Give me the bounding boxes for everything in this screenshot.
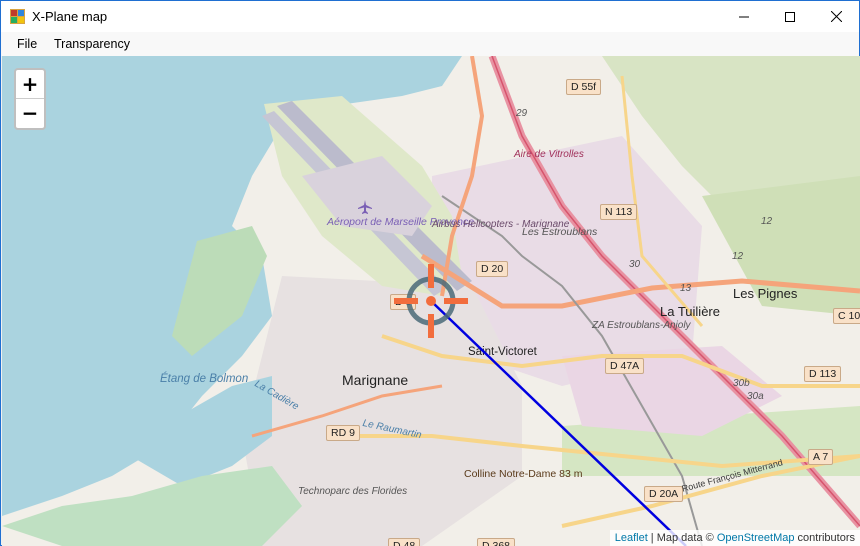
menu-transparency[interactable]: Transparency	[54, 37, 130, 51]
app-map-icon	[10, 9, 25, 24]
zoom-out-button[interactable]: −	[16, 99, 44, 128]
crosshair-icon[interactable]	[392, 262, 470, 340]
title-bar[interactable]: X-Plane map	[1, 1, 859, 32]
attribution-separator: | Map data ©	[647, 532, 717, 544]
leaflet-link[interactable]: Leaflet	[615, 532, 648, 544]
minimize-button[interactable]	[721, 1, 767, 32]
zoom-in-button[interactable]: +	[16, 70, 44, 99]
close-icon	[830, 11, 842, 22]
app-window: X-Plane map File Transparency D 55f N 11…	[0, 0, 860, 546]
menu-bar: File Transparency	[1, 32, 859, 56]
osm-link[interactable]: OpenStreetMap	[717, 532, 795, 544]
map-attribution: Leaflet | Map data © OpenStreetMap contr…	[609, 530, 860, 546]
maximize-icon	[785, 11, 795, 22]
close-button[interactable]	[813, 1, 859, 32]
window-title: X-Plane map	[32, 9, 108, 24]
zoom-control: + −	[14, 68, 46, 130]
menu-file[interactable]: File	[17, 37, 37, 51]
minimize-icon	[739, 16, 749, 17]
attribution-tail: contributors	[794, 532, 855, 544]
maximize-button[interactable]	[767, 1, 813, 32]
map-view[interactable]: D 55f N 113 D 20 D 47A D 113 C 10 RD 9 A…	[2, 56, 860, 546]
